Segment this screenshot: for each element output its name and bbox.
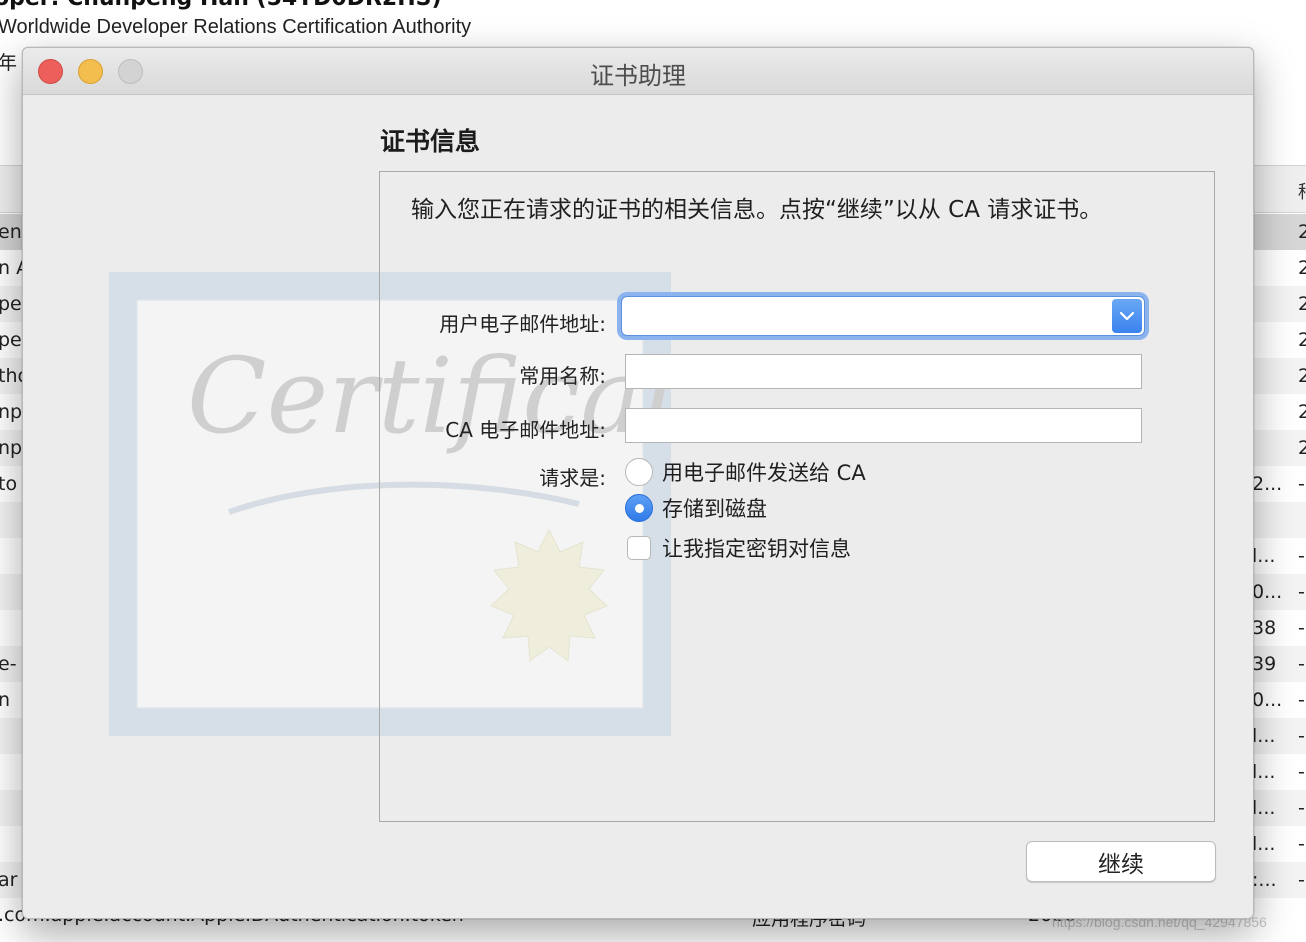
row-value-fragment: l...: [1252, 545, 1276, 567]
row-name-fragment: np: [0, 401, 23, 423]
row-date-fragment: 2: [1298, 257, 1306, 279]
row-value-fragment: 0...: [1252, 689, 1283, 711]
section-title: 证书信息: [380, 127, 481, 156]
row-date-fragment: -: [1298, 581, 1305, 603]
radio-button-selected[interactable]: [625, 494, 653, 522]
row-name-fragment: np: [0, 437, 23, 459]
row-value-fragment: 38: [1252, 617, 1277, 639]
row-date-fragment: 2: [1298, 221, 1306, 243]
email-to-ca-label[interactable]: 用电子邮件发送给 CA: [662, 457, 866, 487]
row-value-fragment: l...: [1252, 725, 1276, 747]
row-name-fragment: to: [0, 473, 18, 495]
user-email-combobox[interactable]: [621, 296, 1145, 336]
intro-text: 输入您正在请求的证书的相关信息。点按“继续”以从 CA 请求证书。: [411, 197, 1103, 223]
radio-button-unselected[interactable]: [625, 458, 653, 486]
user-email-input[interactable]: [625, 300, 1109, 332]
background-column-label: 种: [1298, 178, 1306, 204]
row-value-fragment: :...: [1252, 869, 1277, 891]
radio-save-to-disk[interactable]: 存储到磁盘: [625, 493, 767, 523]
row-date-fragment: -: [1298, 833, 1305, 855]
row-name-fragment: pe: [0, 293, 22, 315]
row-date-fragment: 2: [1298, 401, 1306, 423]
radio-email-to-ca[interactable]: 用电子邮件发送给 CA: [625, 457, 866, 487]
ca-email-input[interactable]: [625, 408, 1142, 443]
row-value-fragment: l...: [1252, 833, 1276, 855]
background-certificate-year: 年: [0, 52, 18, 74]
row-date-fragment: -: [1298, 473, 1305, 495]
row-date-fragment: -: [1298, 797, 1305, 819]
row-name-fragment: ar: [0, 869, 18, 891]
row-date-fragment: 2: [1298, 329, 1306, 351]
continue-button[interactable]: 继续: [1026, 841, 1216, 882]
background-certificate-title: oper: Chunpeng Han (54YD0DR2HS): [0, 0, 442, 11]
row-date-fragment: -: [1298, 653, 1305, 675]
common-name-input[interactable]: [625, 354, 1142, 389]
row-value-fragment: 39: [1252, 653, 1277, 675]
row-value-fragment: l...: [1252, 797, 1276, 819]
row-name-fragment: e-: [0, 653, 17, 675]
row-date-fragment: -: [1298, 725, 1305, 747]
background-certificate-issuer: Worldwide Developer Relations Certificat…: [0, 16, 472, 38]
window-titlebar[interactable]: 证书助理: [23, 48, 1253, 95]
chevron-down-icon: [1119, 311, 1135, 321]
row-value-fragment: 2...: [1252, 473, 1283, 495]
row-date-fragment: 2: [1298, 365, 1306, 387]
row-name-fragment: n: [0, 689, 11, 711]
key-pair-checkbox[interactable]: [627, 536, 651, 560]
key-pair-checkbox-row[interactable]: 让我指定密钥对信息: [625, 533, 851, 563]
row-date-fragment: -: [1298, 617, 1305, 639]
request-type-label: 请求是:: [539, 466, 606, 490]
row-name-fragment: en: [0, 221, 22, 243]
key-pair-label[interactable]: 让我指定密钥对信息: [662, 533, 851, 563]
row-date-fragment: 2: [1298, 437, 1306, 459]
user-email-label: 用户电子邮件地址:: [439, 312, 606, 336]
row-date-fragment: -: [1298, 869, 1305, 891]
row-value-fragment: l...: [1252, 761, 1276, 783]
row-date-fragment: -: [1298, 689, 1305, 711]
row-date-fragment: 2: [1298, 293, 1306, 315]
email-dropdown-button[interactable]: [1112, 299, 1142, 333]
row-value-fragment: 0...: [1252, 581, 1283, 603]
row-date-fragment: -: [1298, 545, 1305, 567]
window-title: 证书助理: [590, 62, 686, 90]
row-date-fragment: -: [1298, 761, 1305, 783]
ca-email-label: CA 电子邮件地址:: [445, 418, 606, 442]
common-name-label: 常用名称:: [519, 364, 606, 388]
certificate-assistant-window: 证书助理 Certificate 证书信息 输入您正在请求的证书的相关信息。点按…: [22, 47, 1254, 919]
certificate-info-panel: 输入您正在请求的证书的相关信息。点按“继续”以从 CA 请求证书。 用户电子邮件…: [379, 171, 1215, 822]
save-to-disk-label[interactable]: 存储到磁盘: [662, 493, 767, 523]
